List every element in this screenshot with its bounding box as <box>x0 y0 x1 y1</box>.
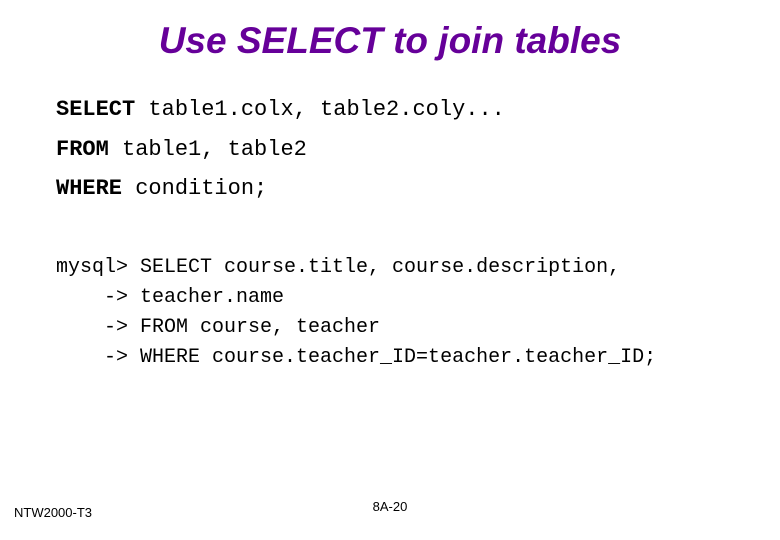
keyword-select: SELECT <box>56 97 135 122</box>
keyword-where: WHERE <box>56 176 122 201</box>
syntax-line-from: FROM table1, table2 <box>56 130 720 170</box>
keyword-from: FROM <box>56 137 109 162</box>
syntax-line-select: SELECT table1.colx, table2.coly... <box>56 90 720 130</box>
footer-left: NTW2000-T3 <box>14 505 92 520</box>
syntax-select-rest: table1.colx, table2.coly... <box>135 97 505 122</box>
footer-page-number: 8A-20 <box>373 499 408 514</box>
example-line-4: -> WHERE course.teacher_ID=teacher.teach… <box>56 346 656 369</box>
slide-title: Use SELECT to join tables <box>60 20 720 62</box>
syntax-from-rest: table1, table2 <box>109 137 307 162</box>
sql-example-block: mysql> SELECT course.title, course.descr… <box>56 253 720 373</box>
syntax-where-rest: condition; <box>122 176 267 201</box>
sql-syntax-block: SELECT table1.colx, table2.coly... FROM … <box>56 90 720 209</box>
slide: Use SELECT to join tables SELECT table1.… <box>0 0 780 373</box>
example-line-1: mysql> SELECT course.title, course.descr… <box>56 256 620 279</box>
syntax-line-where: WHERE condition; <box>56 169 720 209</box>
example-line-2: -> teacher.name <box>56 286 284 309</box>
example-line-3: -> FROM course, teacher <box>56 316 380 339</box>
